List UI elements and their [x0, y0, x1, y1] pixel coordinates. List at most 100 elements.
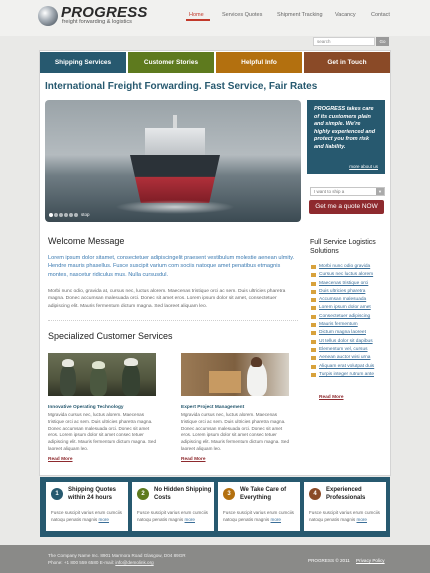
topnav-vacancy[interactable]: Vacancy: [335, 12, 356, 18]
top-navigation: Home Services Quotes Shipment Tracking V…: [0, 12, 430, 22]
bullet-icon: [311, 265, 316, 269]
slider-dot[interactable]: [54, 213, 58, 217]
more-about-us-link[interactable]: more about us: [349, 164, 378, 169]
step-more-link[interactable]: more: [357, 517, 367, 522]
step-text: Fusce suscipit varius erum cumciis natoq…: [223, 510, 294, 522]
solutions-item[interactable]: Turpis integer rutrum ante: [311, 372, 374, 380]
solutions-read-more[interactable]: Read More: [319, 395, 344, 400]
bullet-icon: [311, 281, 316, 286]
step-card-1: 1 Shipping Quotes within 24 hours Fusce …: [46, 482, 128, 531]
mainnav-customer-stories[interactable]: Customer Stories: [128, 52, 214, 73]
search-input[interactable]: search: [313, 37, 375, 46]
chevron-down-icon[interactable]: ▼: [376, 188, 384, 195]
bullet-icon: [311, 306, 316, 311]
step-text: Fusce suscipit varius erum cumciis natoq…: [137, 510, 208, 522]
topnav-shipment-tracking[interactable]: Shipment Tracking: [277, 12, 323, 18]
warehouse-photo: [181, 353, 289, 396]
slider-pagination: [49, 213, 79, 219]
step-text: Fusce suscipit varius erum cumciis natoq…: [51, 510, 122, 522]
step-title: We Take Care of Everything: [240, 487, 287, 501]
workers-photo: [48, 353, 156, 396]
step-text: Fusce suscipit varius erum cumciis natoq…: [309, 510, 380, 522]
cardboard-box: [209, 371, 241, 393]
bullet-icon: [311, 273, 316, 278]
spec-subtitle-2: Expert Project Management: [181, 405, 245, 410]
step-title: Shipping Quotes within 24 hours: [68, 487, 116, 501]
welcome-body-text: Morbi nunc odio, gravida at, cursus nec,…: [48, 289, 286, 309]
solutions-title: Full Service Logistics Solutions: [310, 239, 376, 255]
ship-type-value: I want to ship a: [314, 189, 345, 194]
slider-dot[interactable]: [69, 213, 73, 217]
mainnav-helpful-info[interactable]: Helpful Info: [216, 52, 302, 73]
step-number-badge: 4: [309, 488, 321, 500]
specialized-title: Specialized Customer Services: [48, 331, 173, 341]
promo-box: PROGRESS takes care of its customers pla…: [307, 100, 385, 174]
mainnav-shipping-services[interactable]: Shipping Services: [40, 52, 126, 73]
bullet-icon: [311, 331, 316, 336]
topnav-contact[interactable]: Contact: [371, 12, 390, 18]
bullet-icon: [311, 347, 316, 352]
solutions-item[interactable]: Aliquam erat volutpat duis: [311, 364, 374, 372]
worker-head: [251, 357, 262, 367]
search-go-button[interactable]: Go: [376, 37, 389, 46]
bullet-icon: [311, 356, 316, 361]
step-title: Experienced Professionals: [326, 487, 366, 501]
worker-figure: [90, 365, 107, 396]
solutions-item[interactable]: Ut tellus dolor sit dapibus: [311, 339, 374, 347]
welcome-lead-text: Lorem ipsum dolor sitamet, consectetuer …: [48, 255, 295, 278]
step-number-badge: 3: [223, 488, 235, 500]
ship-hull: [130, 155, 220, 203]
worker-figure: [60, 363, 76, 396]
solutions-item[interactable]: Lorem ipsum dolor amet: [311, 305, 374, 313]
active-nav-indicator: [186, 19, 210, 21]
hard-hat: [124, 358, 138, 366]
ship-wake: [115, 200, 235, 214]
hero-slider-image: stop: [45, 100, 301, 222]
spec-read-more-2[interactable]: Read More: [181, 457, 206, 462]
slider-dot[interactable]: [74, 213, 78, 217]
solutions-item[interactable]: Cursus nec luctus alorem: [311, 272, 374, 280]
solutions-item[interactable]: Aenean auctor wisi urna: [311, 355, 374, 363]
bullet-icon: [311, 298, 316, 303]
slider-stop-button[interactable]: stop: [81, 212, 90, 217]
spec-text-1: Mgravida cursus nec, luctus alorem. Maec…: [48, 412, 157, 451]
step-more-link[interactable]: more: [99, 517, 109, 522]
bullet-icon: [311, 339, 316, 344]
spec-subtitle-1: Innovative Operating Technology: [48, 405, 124, 410]
spec-read-more-1[interactable]: Read More: [48, 457, 73, 462]
step-more-link[interactable]: more: [271, 517, 281, 522]
step-card-2: 2 No Hidden Shipping Costs Fusce suscipi…: [132, 482, 214, 531]
bullet-icon: [311, 323, 316, 328]
solutions-item[interactable]: Maecenas tristique orci: [311, 281, 374, 289]
ship-type-select[interactable]: I want to ship a ▼: [310, 187, 385, 196]
footer-address: The Company Name Inc. 8901 Marmora Road …: [48, 553, 186, 565]
bullet-icon: [311, 314, 316, 319]
slider-dot[interactable]: [64, 213, 68, 217]
spec-text-2: Mgravida cursus nec, luctus alorem. Maec…: [181, 412, 290, 451]
promo-text: PROGRESS takes care of its customers pla…: [314, 106, 376, 150]
ship-deck: [145, 128, 205, 158]
solutions-item[interactable]: Duis ultricies pharetra: [311, 289, 374, 297]
step-card-3: 3 We Take Care of Everything Fusce susci…: [218, 482, 300, 531]
step-card-4: 4 Experienced Professionals Fusce suscip…: [304, 482, 386, 531]
topnav-home[interactable]: Home: [189, 12, 204, 18]
bullet-icon: [311, 364, 316, 369]
step-number-badge: 2: [137, 488, 149, 500]
mainnav-get-in-touch[interactable]: Get in Touch: [304, 52, 390, 73]
get-quote-button[interactable]: Get me a quote NOW: [309, 200, 384, 214]
footer-email-link[interactable]: info@demolink.org: [115, 560, 153, 565]
bullet-icon: [311, 372, 316, 377]
main-navigation: Shipping Services Customer Stories Helpf…: [40, 52, 390, 73]
slider-dot[interactable]: [49, 213, 53, 217]
page-headline: International Freight Forwarding. Fast S…: [45, 81, 318, 92]
worker-figure: [122, 362, 140, 396]
hard-hat: [92, 361, 105, 369]
step-more-link[interactable]: more: [185, 517, 195, 522]
solutions-item[interactable]: Consectetuer adipiscing: [311, 314, 374, 322]
solutions-item[interactable]: Dictum magna laoreet: [311, 330, 374, 338]
privacy-policy-link[interactable]: Privacy Policy: [356, 558, 385, 563]
hard-hat: [62, 359, 74, 367]
section-divider: [48, 320, 298, 321]
slider-dot[interactable]: [59, 213, 63, 217]
topnav-services-quotes[interactable]: Services Quotes: [222, 12, 262, 18]
